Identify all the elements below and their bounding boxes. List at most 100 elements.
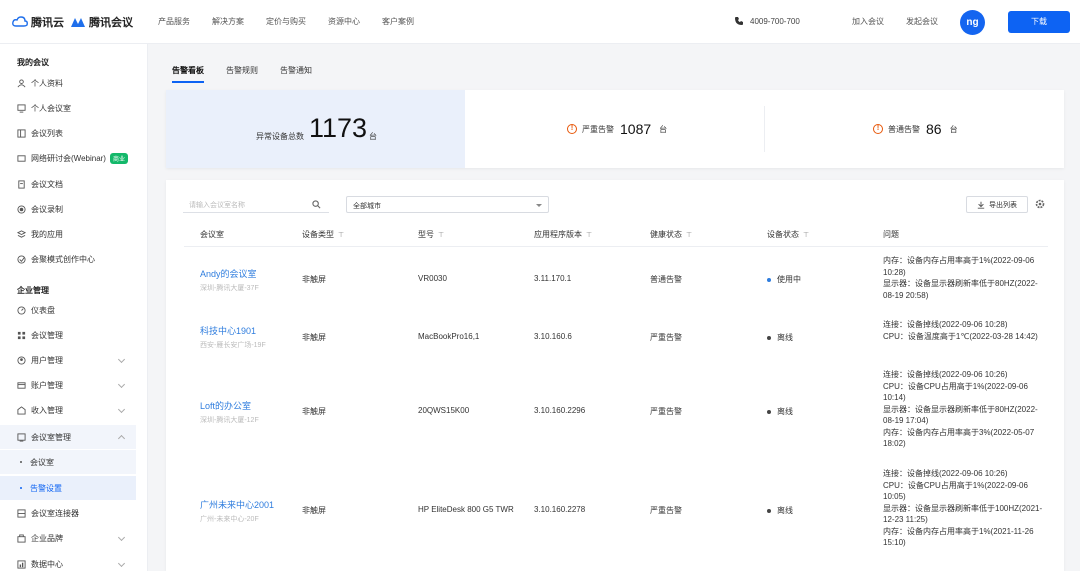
issue-line: 内存：设备内存占用率高于1%(2021-11-26 15:10) <box>883 526 1034 548</box>
sidebar-subitem-alert-settings[interactable]: 告警设置 <box>0 476 136 500</box>
start-meeting-link[interactable]: 发起会议 <box>906 16 938 27</box>
device-status: 离线 <box>767 505 793 516</box>
sidebar-item-brand[interactable]: 企业品牌 <box>0 526 136 550</box>
sidebar-item-label: 会聚模式创作中心 <box>31 254 95 264</box>
filter-icon[interactable]: ⊤ <box>803 231 809 239</box>
sidebar-item-recording[interactable]: 会议录制 <box>0 197 136 221</box>
room-name-link[interactable]: Andy的会议室 <box>200 267 259 280</box>
city-select-value: 全部城市 <box>353 203 381 210</box>
issue-line: 内存：设备内存占用率高于3%(2022-05-07 18:02) <box>883 427 1035 449</box>
chevron-down-icon <box>117 405 126 414</box>
apps-icon <box>17 229 26 238</box>
device-status-text: 离线 <box>777 407 793 416</box>
sidebar-item-label: 收入管理 <box>31 405 63 415</box>
sidebar-item-room-connector[interactable]: 会议室连接器 <box>0 501 136 525</box>
chevron-down-icon <box>117 559 126 568</box>
severe-label: 严重告警 <box>582 124 614 134</box>
tab-alert-rules[interactable]: 告警规则 <box>226 65 258 83</box>
issues-cell: 连接：设备掉线(2022-09-06 10:26) CPU：设备CPU占用高于1… <box>883 468 1043 549</box>
search-input[interactable]: 请输入会议室名称 <box>183 196 329 213</box>
sidebar-item-income-mgmt[interactable]: 收入管理 <box>0 398 136 422</box>
issues-cell: 连接：设备掉线(2022-09-06 10:26) CPU：设备CPU占用高于1… <box>883 369 1043 450</box>
sidebar-item-profile[interactable]: 个人资料 <box>0 71 136 95</box>
sidebar-item-label: 仪表盘 <box>31 305 55 315</box>
join-meeting-link[interactable]: 加入会议 <box>852 16 884 27</box>
app-version: 3.10.160.2278 <box>534 505 586 514</box>
normal-alerts[interactable]: ! 普通告警 86 台 <box>873 90 958 168</box>
sidebar-item-room-mgmt[interactable]: 会议室管理 <box>0 425 136 449</box>
room-name-link[interactable]: 科技中心1901 <box>200 324 266 337</box>
dashboard-icon <box>17 305 26 315</box>
device-status-text: 离线 <box>777 333 793 342</box>
filter-icon[interactable]: ⊤ <box>586 231 592 239</box>
room-name-link[interactable]: Loft的办公室 <box>200 399 259 412</box>
sidebar-item-meeting-list[interactable]: 会议列表 <box>0 121 136 145</box>
income-icon <box>17 405 26 415</box>
nav-pricing[interactable]: 定价与购买 <box>266 16 306 27</box>
gear-icon[interactable] <box>1035 199 1045 209</box>
nav-cases[interactable]: 客户案例 <box>382 16 414 27</box>
nav-solutions[interactable]: 解决方案 <box>212 16 244 27</box>
sidebar-item-webinar[interactable]: 网络研讨会(Webinar) 商业 <box>0 146 136 170</box>
download-button[interactable]: 下载 <box>1008 11 1070 33</box>
normal-unit: 台 <box>949 124 958 134</box>
webinar-icon <box>17 154 26 162</box>
search-icon[interactable] <box>312 200 321 209</box>
col-issues: 问题 <box>883 229 899 240</box>
export-list-button[interactable]: 导出列表 <box>966 196 1028 213</box>
app-version: 3.10.160.2296 <box>534 406 586 415</box>
users-icon <box>17 355 26 365</box>
sidebar-item-user-mgmt[interactable]: 用户管理 <box>0 348 136 372</box>
device-status-text: 离线 <box>777 506 793 515</box>
health-status: 普通告警 <box>650 275 682 284</box>
sidebar-subitem-rooms[interactable]: 会议室 <box>0 450 136 474</box>
filter-icon[interactable]: ⊤ <box>338 231 344 239</box>
filter-icon[interactable]: ⊤ <box>438 231 444 239</box>
nav-resources[interactable]: 资源中心 <box>328 16 360 27</box>
filter-icon[interactable]: ⊤ <box>686 231 692 239</box>
sidebar-item-label: 会议室管理 <box>31 432 71 442</box>
sidebar-item-account-mgmt[interactable]: 账户管理 <box>0 373 136 397</box>
col-model[interactable]: 型号 ⊤ <box>418 229 444 240</box>
tencent-cloud-logo[interactable]: 腾讯云 <box>12 14 64 30</box>
room-location: 广州-未来中心-20F <box>200 516 259 523</box>
brand-cloud-text: 腾讯云 <box>31 17 64 29</box>
sidebar-item-data-center[interactable]: 数据中心 <box>0 552 136 571</box>
connector-icon <box>17 508 26 518</box>
issue-line: 显示器：设备显示器刷新率低于100HZ(2021-12-23 11:25) <box>883 503 1043 525</box>
room-cell: 广州未来中心2001 广州-未来中心-20F <box>200 498 274 524</box>
issue-line: 内存：设备内存占用率高于1%(2022-09-06 10:28) <box>883 256 1035 277</box>
city-select[interactable]: 全部城市 <box>346 196 549 213</box>
tab-alert-board[interactable]: 告警看板 <box>172 65 204 83</box>
sidebar-item-creation-center[interactable]: 会聚模式创作中心 <box>0 247 136 271</box>
normal-value: 86 <box>926 121 942 137</box>
chevron-up-icon <box>117 434 126 443</box>
user-icon <box>17 78 26 87</box>
tencent-meeting-logo[interactable]: 腾讯会议 <box>70 14 133 30</box>
room-name-link[interactable]: 广州未来中心2001 <box>200 498 274 511</box>
tab-alert-notice[interactable]: 告警通知 <box>280 65 312 83</box>
device-type: 非触屏 <box>302 506 326 515</box>
sidebar-item-meeting-mgmt[interactable]: 会议管理 <box>0 323 136 347</box>
room-icon <box>17 432 26 442</box>
download-icon <box>977 201 985 209</box>
sidebar-item-label: 会议文档 <box>31 179 63 189</box>
col-label: 设备状态 <box>767 230 799 239</box>
total-abnormal-devices[interactable]: 异常设备总数 1173 台 <box>166 90 465 168</box>
sidebar: 我的会议 个人资料 个人会议室 会议列表 网络研讨会(Webinar) 商业 会… <box>0 44 148 571</box>
avatar[interactable]: ng <box>960 10 985 35</box>
nav-products[interactable]: 产品服务 <box>158 16 190 27</box>
business-badge: 商业 <box>109 152 128 164</box>
col-device-status[interactable]: 设备状态 ⊤ <box>767 229 809 240</box>
col-health[interactable]: 健康状态 ⊤ <box>650 229 692 240</box>
sidebar-item-dashboard[interactable]: 仪表盘 <box>0 298 136 322</box>
severe-alerts[interactable]: ! 严重告警 1087 台 <box>567 90 667 168</box>
device-model: HP EliteDesk 800 G5 TWR <box>418 505 514 514</box>
sidebar-item-documents[interactable]: 会议文档 <box>0 172 136 196</box>
grid-icon <box>17 331 26 339</box>
col-room: 会议室 <box>200 229 224 240</box>
sidebar-item-personal-room[interactable]: 个人会议室 <box>0 96 136 120</box>
col-app-version[interactable]: 应用程序版本 ⊤ <box>534 229 592 240</box>
sidebar-item-my-apps[interactable]: 我的应用 <box>0 222 136 246</box>
col-device-type[interactable]: 设备类型 ⊤ <box>302 229 344 240</box>
